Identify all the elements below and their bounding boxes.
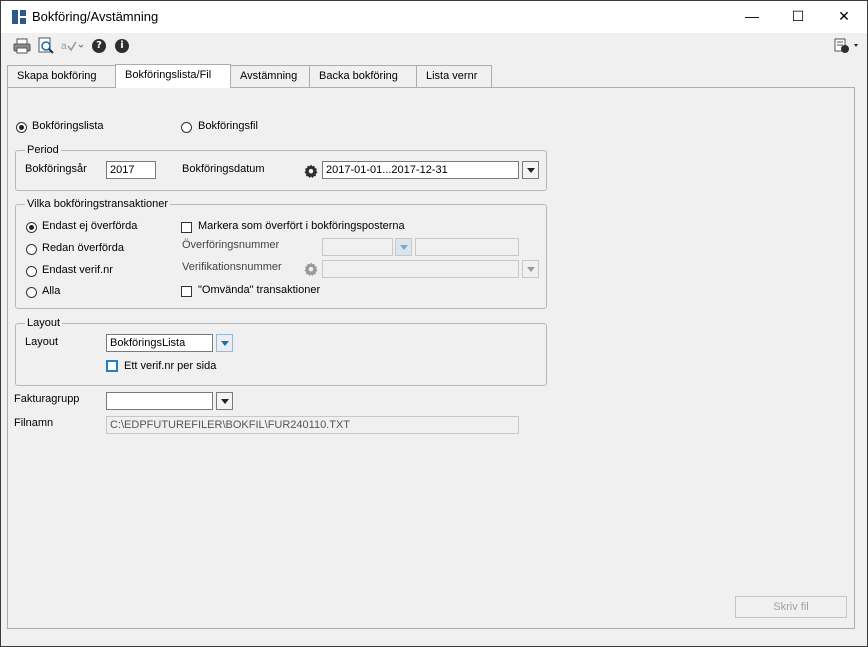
layout-label: Layout [25, 336, 59, 348]
mark-transferred-checkbox[interactable] [181, 222, 192, 233]
transfer-number-to-input[interactable] [415, 238, 519, 256]
tab-bokforingslista-fil[interactable]: Bokföringslista/Fil [115, 64, 231, 88]
radio-alla-label[interactable]: Alla [42, 285, 60, 297]
layout-dropdown-button[interactable] [216, 334, 233, 352]
layout-select[interactable]: BokföringsLista [106, 334, 213, 352]
gear-icon[interactable] [304, 164, 318, 178]
radio-redan-overforda[interactable] [26, 244, 37, 255]
tab-strip: Skapa bokföring Bokföringslista/Fil Avst… [7, 64, 857, 88]
spellcheck-icon[interactable]: a [61, 37, 85, 55]
radio-bokforingslista-label[interactable]: Bokföringslista [32, 120, 104, 132]
app-grid-icon [12, 10, 26, 24]
transfer-number-dropdown[interactable] [395, 238, 412, 256]
one-per-page-label[interactable]: Ett verif.nr per sida [124, 360, 216, 372]
filename-input[interactable]: C:\EDPFUTUREFILER\BOKFIL\FUR240110.TXT [106, 416, 519, 434]
verification-number-dropdown[interactable] [522, 260, 539, 278]
radio-redan-overforda-label[interactable]: Redan överförda [42, 242, 124, 254]
tab-lista-vernr[interactable]: Lista vernr [416, 65, 492, 87]
invoice-group-select[interactable] [106, 392, 213, 410]
layout-group: Layout [15, 317, 547, 386]
printer-icon[interactable] [13, 37, 31, 55]
layout-legend: Layout [27, 317, 61, 329]
year-label: Bokföringsår [25, 163, 87, 175]
filename-label: Filnamn [14, 417, 54, 429]
verification-number-label: Verifikationsnummer [182, 261, 282, 273]
maximize-button[interactable]: ☐ [775, 1, 821, 33]
year-input[interactable]: 2017 [106, 161, 156, 179]
transfer-number-input[interactable] [322, 238, 393, 256]
radio-alla[interactable] [26, 287, 37, 298]
close-button[interactable]: ✕ [821, 1, 867, 33]
reversed-transactions-checkbox[interactable] [181, 286, 192, 297]
radio-bokforingslista[interactable] [16, 122, 27, 133]
title-bar[interactable]: Bokföring/Avstämning — ☐ ✕ [1, 1, 867, 33]
reversed-transactions-label[interactable]: "Omvända" transaktioner [198, 284, 320, 296]
date-range-input[interactable]: 2017-01-01...2017-12-31 [322, 161, 519, 179]
write-file-button[interactable]: Skriv fil [735, 596, 847, 618]
toolbar: a ? i [1, 33, 867, 59]
radio-endast-ej-overforda[interactable] [26, 222, 37, 233]
info-icon[interactable]: i [115, 39, 129, 53]
tab-panel: Bokföringslista Bokföringsfil Period Bok… [7, 87, 855, 629]
options-menu-icon[interactable] [834, 37, 862, 55]
main-window: Bokföring/Avstämning — ☐ ✕ a ? i Skapa b… [0, 0, 868, 647]
mark-transferred-label[interactable]: Markera som överfört i bokföringspostern… [198, 220, 405, 232]
radio-endast-verifnr-label[interactable]: Endast verif.nr [42, 264, 113, 276]
invoice-group-label: Fakturagrupp [14, 393, 80, 405]
tab-skapa-bokforing[interactable]: Skapa bokföring [7, 65, 117, 87]
radio-endast-ej-overforda-label[interactable]: Endast ej överförda [42, 220, 137, 232]
period-legend: Period [27, 144, 59, 156]
tab-avstamning[interactable]: Avstämning [230, 65, 311, 87]
minimize-button[interactable]: — [729, 1, 775, 33]
print-preview-icon[interactable] [37, 37, 55, 55]
svg-text:a: a [61, 41, 67, 52]
invoice-group-dropdown-button[interactable] [216, 392, 233, 410]
radio-endast-verifnr[interactable] [26, 266, 37, 277]
help-icon[interactable]: ? [92, 39, 106, 53]
transactions-legend: Vilka bokföringstransaktioner [27, 198, 169, 210]
radio-bokforingsfil-label[interactable]: Bokföringsfil [198, 120, 258, 132]
one-per-page-checkbox[interactable] [106, 360, 118, 372]
gear-disabled-icon[interactable] [304, 262, 318, 276]
radio-bokforingsfil[interactable] [181, 122, 192, 133]
window-title: Bokföring/Avstämning [32, 9, 159, 24]
date-label: Bokföringsdatum [182, 163, 265, 175]
verification-number-input[interactable] [322, 260, 519, 278]
date-dropdown-button[interactable] [522, 161, 539, 179]
tab-backa-bokforing[interactable]: Backa bokföring [309, 65, 418, 87]
transfer-number-label: Överföringsnummer [182, 239, 280, 251]
